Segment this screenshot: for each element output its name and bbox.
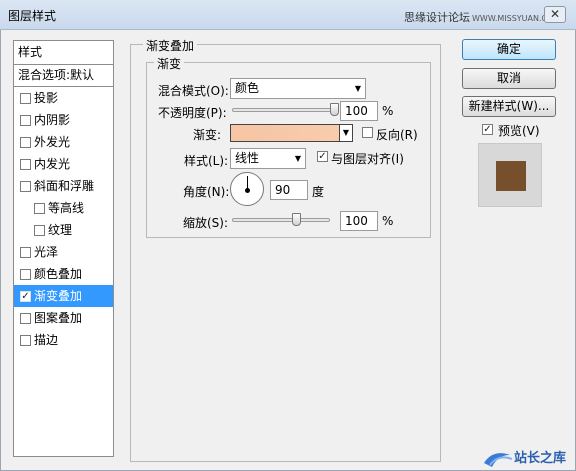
gradient-style-select[interactable]: 线性 ▼ [230,148,306,169]
scale-input[interactable]: 100 [340,211,378,231]
logo-text: 站长之库 [514,450,566,466]
scale-slider-handle[interactable] [292,213,301,226]
reverse-checkbox[interactable] [362,127,373,138]
style-item-checkbox[interactable] [20,115,31,126]
title-bar: 图层样式 思缘设计论坛 WWW.MISSYUAN.COM ✕ [0,0,576,30]
style-item-label: 纹理 [48,223,73,237]
style-item-checkbox[interactable] [20,291,31,302]
style-label: 样式(L): [184,154,229,168]
style-item-checkbox[interactable] [34,225,45,236]
preview-swatch [496,161,526,191]
blend-mode-select[interactable]: 颜色 ▼ [230,78,366,99]
watermark: 思缘设计论坛 WWW.MISSYUAN.COM [404,9,560,25]
gradient-dropdown-arrow-icon[interactable]: ▼ [340,124,353,142]
style-item-label: 投影 [34,91,59,105]
style-item-label: 颜色叠加 [34,267,83,281]
group-title: 渐变 [154,55,185,72]
ok-button[interactable]: 确定 [462,39,556,60]
watermark-text: 思缘设计论坛 [404,11,470,24]
section-title: 渐变叠加 [143,37,198,54]
dropdown-arrow-icon: ▼ [294,154,301,163]
styles-list: 样式 混合选项:默认 投影内阴影外发光内发光斜面和浮雕等高线纹理光泽颜色叠加渐变… [13,40,114,457]
style-item-checkbox[interactable] [20,181,31,192]
style-item-label: 斜面和浮雕 [34,179,95,193]
angle-center [245,188,250,193]
style-item[interactable]: 渐变叠加 [14,285,113,307]
gradient-label: 渐变: [193,128,222,142]
opacity-label: 不透明度(P): [158,106,227,120]
cancel-button[interactable]: 取消 [462,68,556,89]
window-title: 图层样式 [8,9,57,23]
style-item[interactable]: 描边 [14,329,113,351]
style-item-checkbox[interactable] [20,247,31,258]
close-button[interactable]: ✕ [544,6,566,23]
align-with-layer-label: 与图层对齐(I) [331,152,404,166]
angle-unit: 度 [312,185,325,199]
style-item[interactable]: 斜面和浮雕 [14,175,113,197]
style-item[interactable]: 内发光 [14,153,113,175]
scale-label: 缩放(S): [183,216,229,230]
style-item[interactable]: 等高线 [14,197,113,219]
style-item-label: 等高线 [48,201,85,215]
site-logo: 站长之库 [484,450,566,467]
gradient-picker[interactable] [230,124,340,142]
close-icon: ✕ [549,7,561,21]
scale-percent-sign: % [382,214,394,228]
style-item[interactable]: 颜色叠加 [14,263,113,285]
style-item[interactable]: 投影 [14,87,113,109]
style-item-label: 光泽 [34,245,59,259]
style-item-checkbox[interactable] [34,203,45,214]
style-item-checkbox[interactable] [20,159,31,170]
style-item-label: 内发光 [34,157,71,171]
style-item-label: 内阴影 [34,113,71,127]
style-item-checkbox[interactable] [20,137,31,148]
style-item[interactable]: 内阴影 [14,109,113,131]
preview-checkbox[interactable] [482,124,493,135]
style-item-checkbox[interactable] [20,269,31,280]
style-item-checkbox[interactable] [20,313,31,324]
style-items: 投影内阴影外发光内发光斜面和浮雕等高线纹理光泽颜色叠加渐变叠加图案叠加描边 [14,87,113,351]
align-with-layer-checkbox[interactable] [317,151,328,162]
blend-mode-value: 颜色 [235,81,260,95]
preview-label: 预览(V) [498,124,540,138]
angle-label: 角度(N): [183,185,230,199]
angle-input[interactable]: 90 [270,180,308,200]
reverse-label: 反向(R) [376,128,418,142]
gradient-style-value: 线性 [235,151,260,165]
style-item-label: 图案叠加 [34,311,83,325]
opacity-percent-sign: % [382,104,394,118]
style-item[interactable]: 外发光 [14,131,113,153]
styles-header[interactable]: 样式 [14,41,113,65]
style-item-label: 渐变叠加 [34,289,83,303]
opacity-slider-handle[interactable] [330,103,339,116]
new-style-button[interactable]: 新建样式(W)... [462,96,556,117]
opacity-slider[interactable] [232,108,336,112]
style-item-checkbox[interactable] [20,93,31,104]
angle-dial[interactable] [230,172,264,206]
blending-options-item[interactable]: 混合选项:默认 [14,65,113,87]
opacity-input[interactable]: 100 [340,101,378,121]
style-item-checkbox[interactable] [20,335,31,346]
style-item[interactable]: 光泽 [14,241,113,263]
style-item-label: 外发光 [34,135,71,149]
scale-slider[interactable] [232,218,330,222]
style-item[interactable]: 图案叠加 [14,307,113,329]
blend-mode-label: 混合模式(O): [158,84,229,98]
style-preview [478,143,542,207]
style-item[interactable]: 纹理 [14,219,113,241]
dropdown-arrow-icon: ▼ [354,84,361,93]
style-item-label: 描边 [34,333,59,347]
